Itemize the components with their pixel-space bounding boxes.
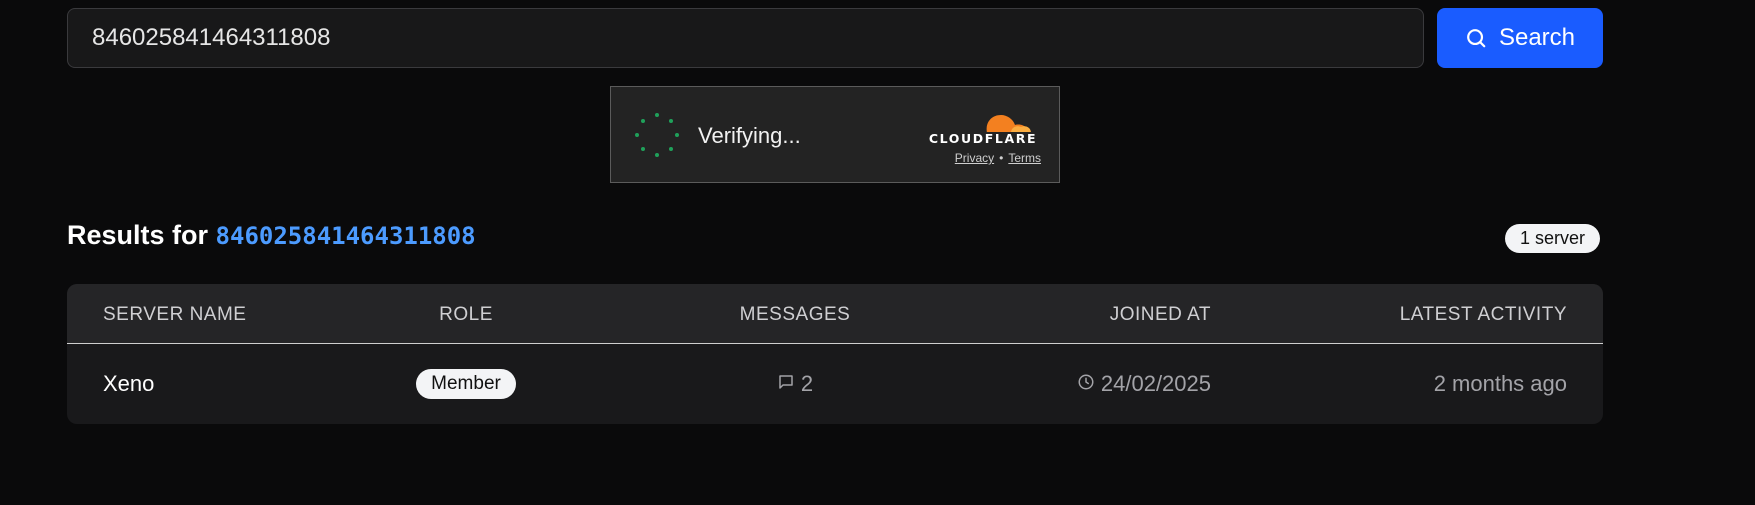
column-header-messages-label: MESSAGES — [739, 304, 851, 325]
spinner-icon — [635, 113, 679, 157]
cell-server-name: Xeno — [103, 371, 155, 396]
links-separator: • — [999, 151, 1004, 165]
results-query: 846025841464311808 — [215, 222, 476, 250]
captcha-widget[interactable]: Verifying... CLOUDFLARE Privacy • Terms — [610, 86, 1060, 183]
cell-latest-activity: 2 months ago — [1433, 371, 1567, 396]
column-header-joined-at: JOINED AT — [1109, 304, 1211, 325]
role-badge: Member — [416, 369, 516, 399]
cloudflare-wordmark: CLOUDFLARE — [928, 131, 1038, 146]
cell-joined-at: 24/02/2025 — [1077, 344, 1211, 424]
captcha-links: Privacy • Terms — [925, 151, 1041, 165]
message-icon — [777, 371, 795, 397]
search-bar: Search — [67, 8, 1603, 68]
results-table: SERVER NAME ROLE MESSAGES JOINED AT LATE… — [67, 284, 1603, 424]
clock-icon — [1077, 371, 1095, 397]
captcha-status: Verifying... — [698, 123, 801, 148]
column-header-latest-activity: LATEST ACTIVITY — [1399, 304, 1567, 325]
server-count-badge: 1 server — [1505, 224, 1601, 253]
search-button-label: Search — [1498, 24, 1576, 51]
search-input[interactable] — [67, 8, 1424, 68]
terms-link[interactable]: Terms — [1008, 151, 1041, 165]
joined-date: 24/02/2025 — [1100, 371, 1211, 396]
table-row[interactable]: Xeno Member 2 24/02/2025 2 months ago — [67, 344, 1603, 424]
search-icon — [1465, 27, 1487, 49]
privacy-link[interactable]: Privacy — [955, 151, 994, 165]
messages-count: 2 — [800, 371, 814, 396]
page: Search Verifying... CLOUDFLARE Privacy — [0, 0, 1755, 505]
column-header-server-name: SERVER NAME — [103, 304, 247, 325]
results-prefix: Results for — [67, 220, 209, 250]
results-heading: Results for 846025841464311808 — [67, 220, 476, 251]
search-button[interactable]: Search — [1437, 8, 1603, 68]
table-header: SERVER NAME ROLE MESSAGES JOINED AT LATE… — [67, 284, 1603, 344]
column-header-role-label: ROLE — [439, 304, 493, 325]
